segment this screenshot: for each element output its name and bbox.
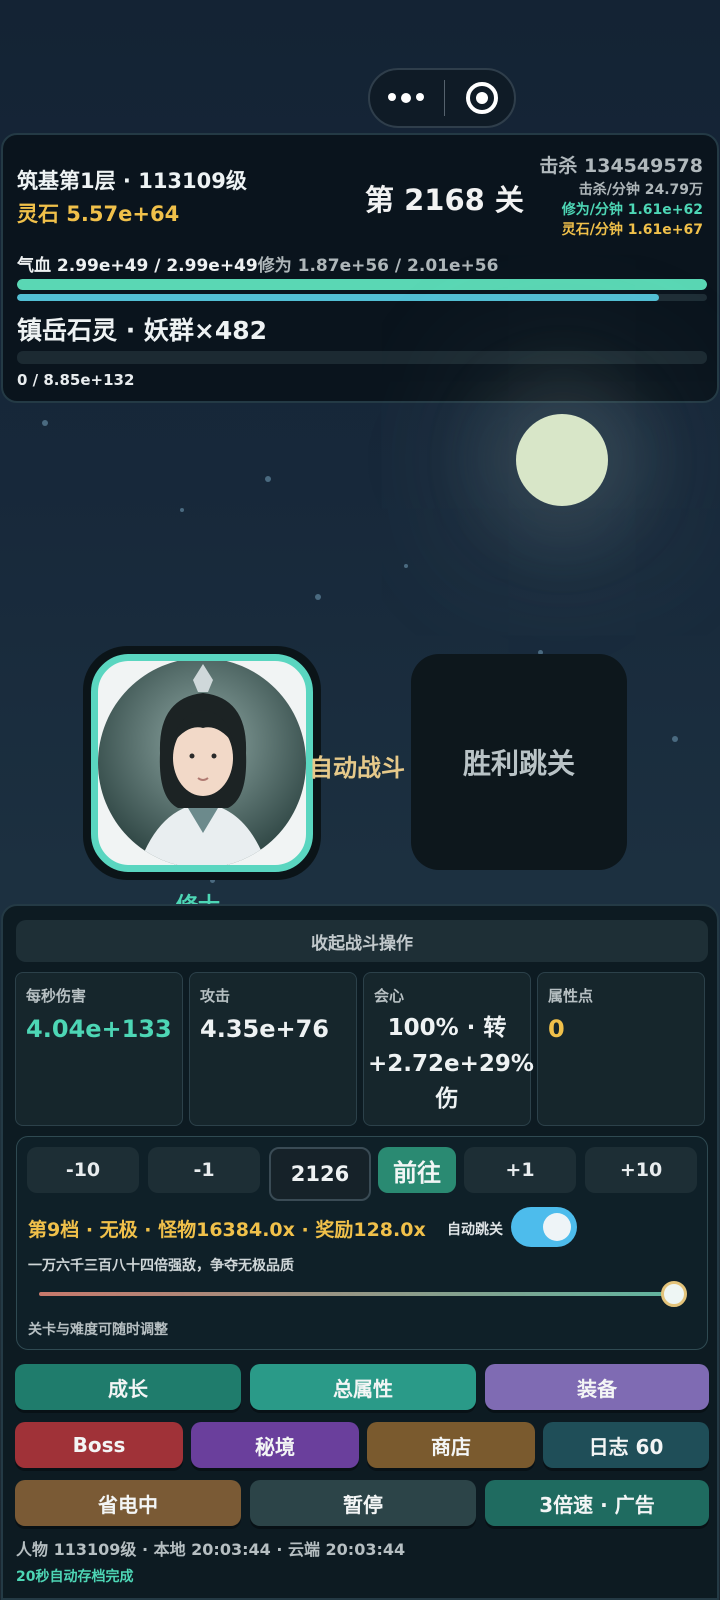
total-attributes-button[interactable]: 总属性: [250, 1364, 476, 1410]
stat-value: 4.04e+133: [26, 1015, 172, 1043]
status-footer: 人物 113109级 · 本地 20:03:44 · 云端 20:03:44: [16, 1540, 406, 1559]
hp-bar-fill: [17, 279, 707, 290]
difficulty-slider-track[interactable]: [39, 1292, 679, 1296]
stones-per-minute: 灵石/分钟 1.61e+67: [561, 222, 703, 238]
stat-label: 每秒伤害: [26, 987, 87, 1005]
difficulty-tier-text: 第9档 · 无极 · 怪物16384.0x · 奖励128.0x: [28, 1219, 426, 1241]
victory-skip-label: 胜利跳关: [462, 747, 575, 780]
pause-button[interactable]: 暂停: [250, 1480, 476, 1526]
mini-program-capsule: [368, 68, 516, 128]
cultivation-bar: [17, 294, 707, 301]
stat-value: 4.35e+76: [200, 1015, 329, 1043]
go-to-stage-button[interactable]: 前往: [378, 1147, 456, 1193]
speed-ad-button[interactable]: 3倍速 · 广告: [485, 1480, 709, 1526]
stage-plus-1-button[interactable]: +1: [464, 1147, 576, 1193]
star-decoration: [180, 508, 184, 512]
hp-cultivation-line: 气血 2.99e+49 / 2.99e+49修为 1.87e+56 / 2.01…: [17, 251, 498, 276]
boss-button[interactable]: Boss: [15, 1422, 183, 1468]
stat-card-dps: 每秒伤害 4.04e+133: [15, 972, 183, 1126]
secret-realm-button[interactable]: 秘境: [191, 1422, 359, 1468]
stat-card-crit: 会心 100% · 转+2.72e+29%伤: [363, 972, 534, 1126]
kills-per-minute: 击杀/分钟 24.79万: [578, 182, 703, 198]
spirit-stones: 灵石 5.57e+64: [17, 202, 180, 226]
star-decoration: [404, 564, 408, 568]
growth-button[interactable]: 成长: [15, 1364, 241, 1410]
moon-decoration: [516, 414, 608, 506]
hero-portrait-frame[interactable]: [83, 646, 321, 880]
cultivation-per-minute: 修为/分钟 1.61e+62: [561, 202, 703, 218]
battle-controls-panel: 收起战斗操作 每秒伤害 4.04e+133 攻击 4.35e+76 会心 100…: [1, 904, 719, 1600]
status-panel: 筑基第1层 · 113109级 灵石 5.57e+64 第 2168 关 击杀 …: [1, 133, 719, 403]
enemy-name: 镇岳石灵 · 妖群×482: [17, 316, 268, 345]
enemy-hp-text: 0 / 8.85e+132: [17, 371, 135, 389]
stat-value: 0: [548, 1015, 565, 1043]
stage-number-input[interactable]: [269, 1147, 371, 1201]
stage-minus-1-button[interactable]: -1: [148, 1147, 260, 1193]
record-target-icon[interactable]: [465, 82, 498, 114]
hp-text: 气血 2.99e+49 / 2.99e+49: [17, 256, 258, 276]
cultivation-bar-fill: [17, 294, 659, 301]
stage-minus-10-button[interactable]: -10: [27, 1147, 139, 1193]
toggle-knob: [543, 1213, 571, 1241]
stat-card-attack: 攻击 4.35e+76: [189, 972, 357, 1126]
star-decoration: [265, 476, 271, 482]
collapse-battle-controls-button[interactable]: 收起战斗操作: [16, 920, 708, 962]
power-save-button[interactable]: 省电中: [15, 1480, 241, 1526]
hero-avatar: [98, 661, 306, 865]
hp-bar: [17, 279, 707, 290]
difficulty-slider-knob[interactable]: [661, 1281, 687, 1307]
hero-portrait-border: [91, 654, 313, 872]
star-decoration: [42, 420, 48, 426]
stage-title: 第 2168 关: [365, 183, 524, 217]
difficulty-description: 一万六千三百八十四倍强敌，争夺无极品质: [28, 1258, 294, 1274]
stat-value: 100% · 转+2.72e+29%伤: [368, 1015, 534, 1113]
autosave-status: 20秒自动存档完成: [16, 1569, 134, 1585]
stage-selector-panel: -10 -1 前往 +1 +10 第9档 · 无极 · 怪物16384.0x ·…: [16, 1136, 708, 1350]
star-decoration: [672, 736, 678, 742]
stat-label: 属性点: [548, 987, 594, 1005]
auto-skip-toggle[interactable]: [511, 1207, 577, 1247]
stat-label: 攻击: [200, 987, 231, 1005]
star-decoration: [315, 594, 321, 600]
capsule-divider: [444, 80, 446, 116]
victory-skip-button[interactable]: 胜利跳关: [411, 654, 627, 870]
more-dots-icon[interactable]: [380, 93, 425, 103]
log-button[interactable]: 日志 60: [543, 1422, 709, 1468]
shop-button[interactable]: 商店: [367, 1422, 535, 1468]
kill-count: 击杀 134549578: [539, 155, 703, 177]
stat-card-attribute-points[interactable]: 属性点 0: [537, 972, 705, 1126]
auto-skip-label: 自动跳关: [447, 1222, 503, 1238]
stage-plus-10-button[interactable]: +10: [585, 1147, 697, 1193]
equipment-button[interactable]: 装备: [485, 1364, 709, 1410]
enemy-hp-bar: [17, 351, 707, 364]
realm-level: 筑基第1层 · 113109级: [17, 169, 247, 193]
stat-label: 会心: [374, 987, 405, 1005]
cultivation-text: 修为 1.87e+56 / 2.01e+56: [257, 256, 499, 276]
slider-hint: 关卡与难度可随时调整: [28, 1322, 168, 1338]
auto-battle-label[interactable]: 自动战斗: [309, 748, 405, 783]
